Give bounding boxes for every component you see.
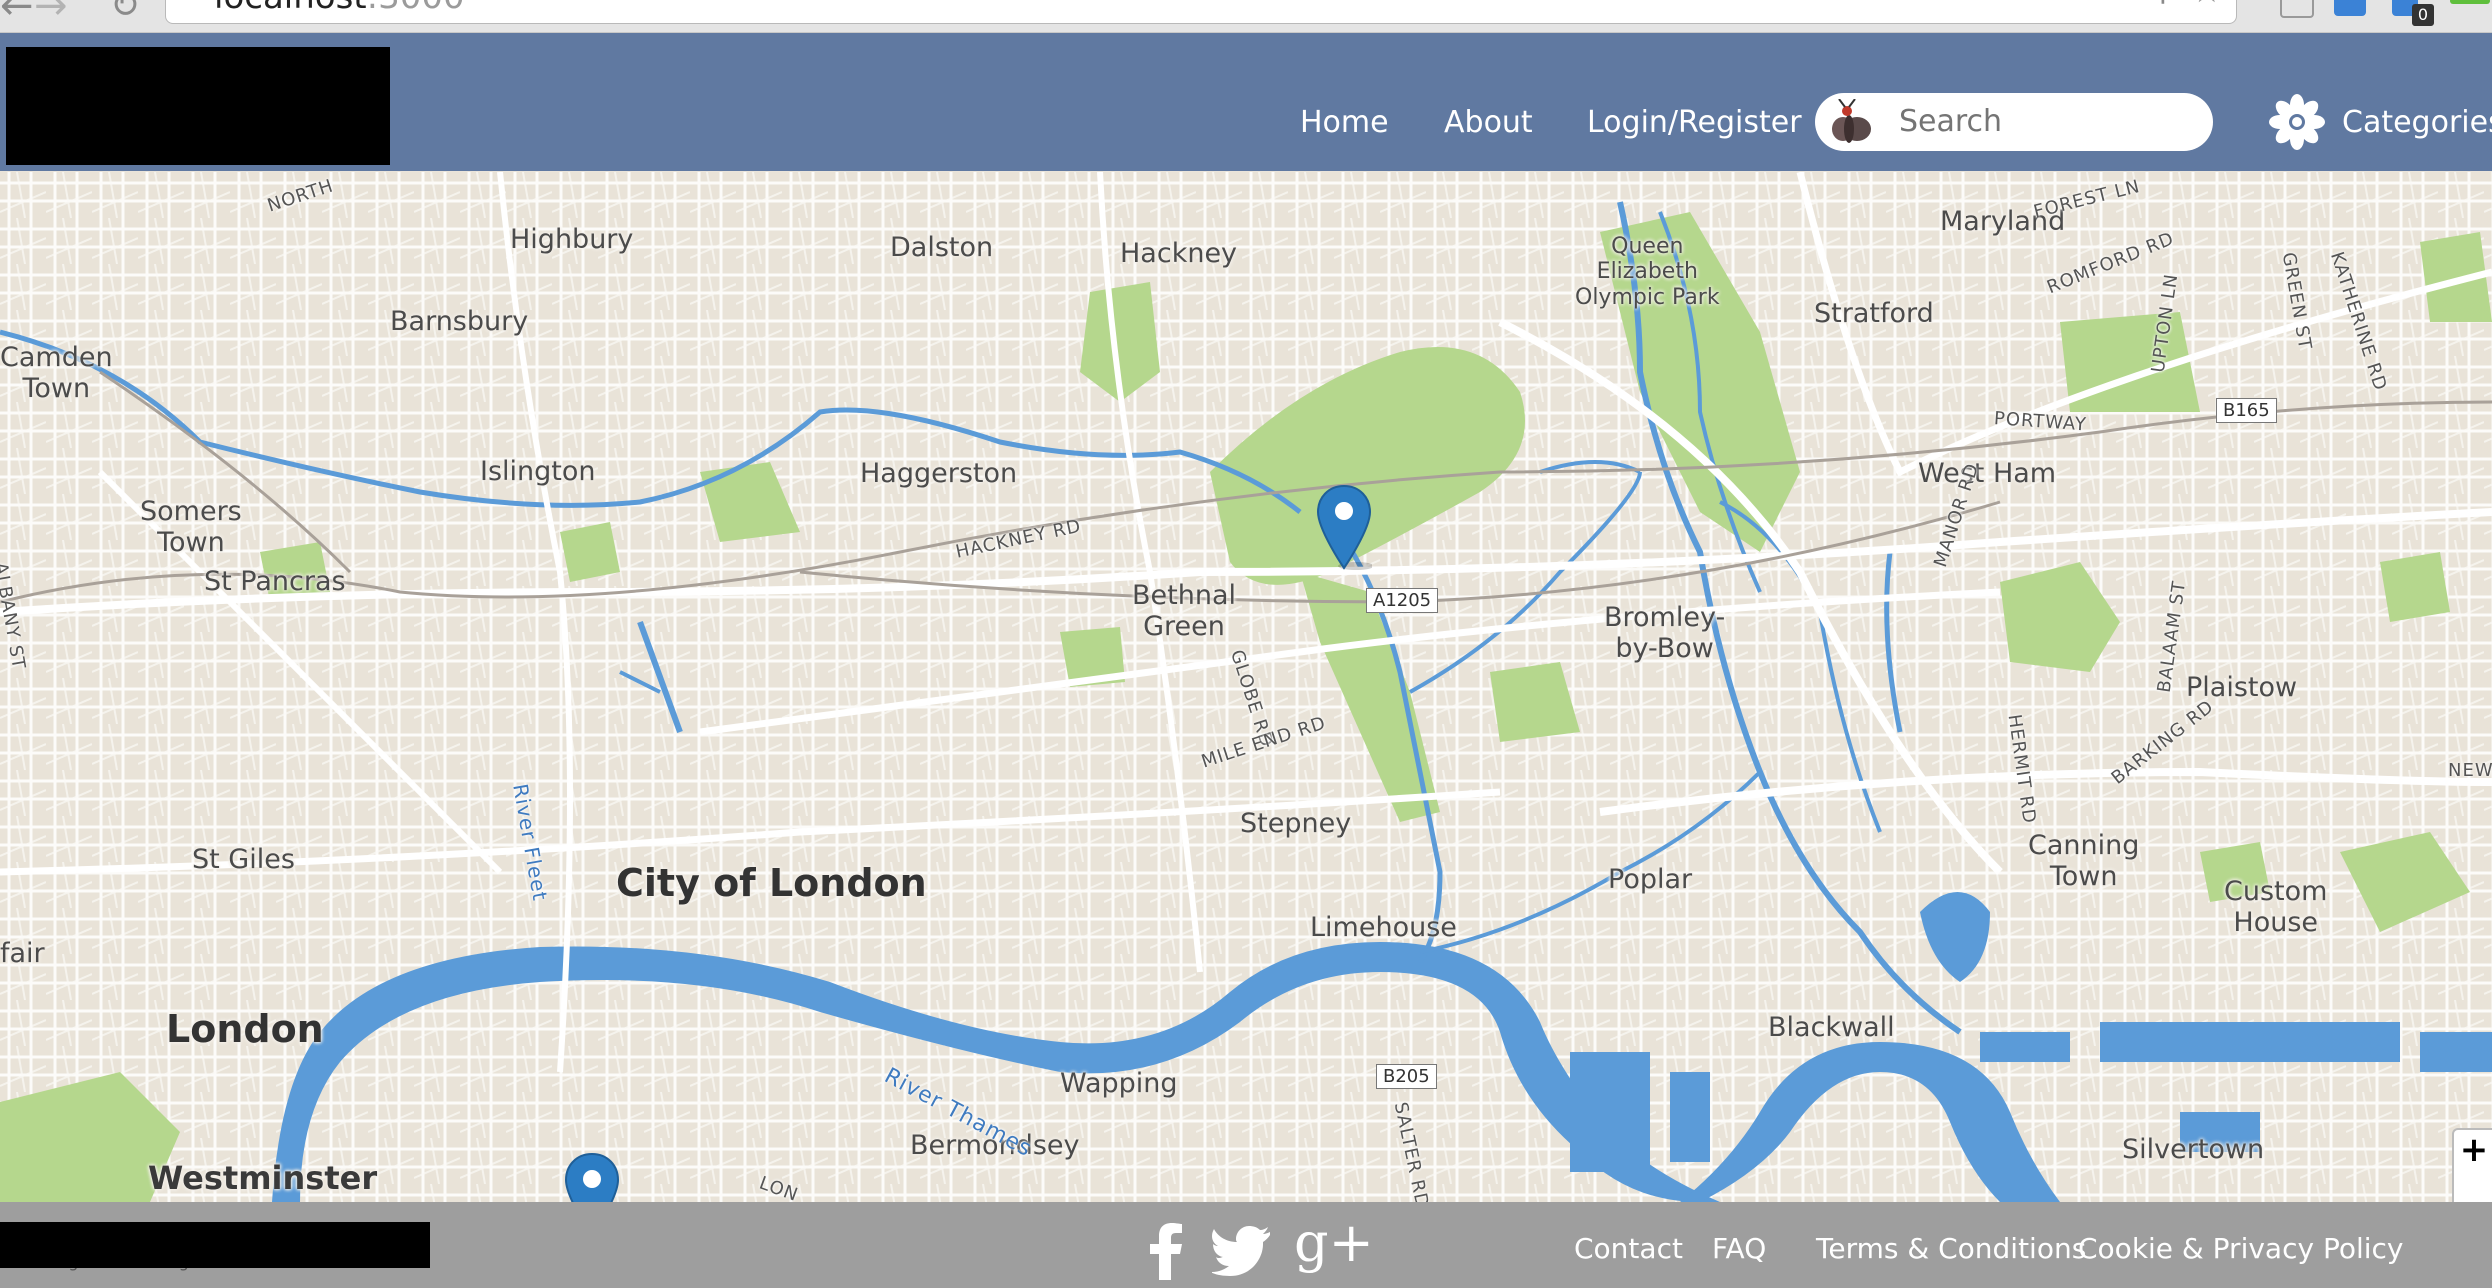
map-pin-icon[interactable] [1316, 484, 1372, 570]
place-label: Limehouse [1310, 912, 1457, 943]
road-shield: B165 [2216, 398, 2277, 423]
place-label: Haggerston [860, 458, 1018, 489]
place-label: Somers Town [140, 496, 242, 559]
footer-link-contact[interactable]: Contact [1574, 1232, 1683, 1265]
place-label: Custom House [2224, 876, 2328, 939]
place-label: Stratford [1814, 298, 1934, 329]
place-label: Islington [480, 456, 596, 487]
place-label: City of London [616, 861, 927, 905]
extension-badge: 0 [2412, 4, 2434, 26]
place-label: Stepney [1240, 808, 1352, 839]
road-shield: A1205 [1366, 588, 1439, 613]
browser-toolbar: ← → ↻ localhost:3000 ⚲ ☆ 0 [0, 0, 2492, 33]
zoom-control: + [2452, 1128, 2492, 1202]
road-label: NEWA [2448, 760, 2492, 781]
site-header: Home About Login/Register Search Categor… [0, 33, 2492, 171]
twitter-icon[interactable] [1212, 1226, 1272, 1276]
place-label: West Ham [1918, 458, 2057, 489]
footer-link-privacy[interactable]: Cookie & Privacy Policy [2078, 1232, 2404, 1265]
place-label: Blackwall [1768, 1012, 1895, 1043]
nav-login-register[interactable]: Login/Register [1587, 105, 1802, 140]
categories-label: Categories [2342, 105, 2492, 140]
road-shield: B205 [1376, 1064, 1437, 1089]
google-plus-icon[interactable]: g+ [1294, 1216, 1374, 1270]
back-icon[interactable]: ← [0, 0, 34, 26]
search-box[interactable] [1815, 93, 2213, 151]
place-label: Hackney [1120, 238, 1238, 269]
place-label: St Giles [192, 844, 295, 875]
map[interactable]: Highbury Dalston Hackney Queen Elizabeth… [0, 172, 2492, 1202]
nav-about[interactable]: About [1444, 105, 1533, 140]
site-footer: © … Registered in England & Wales 000000… [0, 1202, 2492, 1288]
forward-icon[interactable]: → [34, 0, 68, 26]
place-label: Bethnal Green [1132, 580, 1236, 643]
place-label: Canning Town [2028, 830, 2140, 893]
logo[interactable] [6, 47, 390, 165]
nav-home[interactable]: Home [1300, 105, 1389, 140]
place-label: Barnsbury [390, 306, 529, 337]
place-label: Camden Town [0, 342, 113, 405]
place-label: Wapping [1060, 1068, 1178, 1099]
search-input[interactable] [1899, 93, 2199, 151]
place-label: Dalston [890, 232, 994, 263]
place-label: London [166, 1007, 324, 1051]
search-icon[interactable]: ⚲ [2152, 0, 2174, 8]
redacted-block [0, 1222, 430, 1268]
place-label: St Pancras [204, 566, 346, 597]
zoom-in-button[interactable]: + [2454, 1130, 2492, 1170]
footer-link-faq[interactable]: FAQ [1712, 1232, 1766, 1265]
place-label: Silvertown [2122, 1134, 2265, 1165]
url-text: localhost:3000 [214, 0, 465, 17]
place-label: Poplar [1608, 864, 1693, 895]
place-label: Bromley- by-Bow [1604, 602, 1726, 665]
flower-icon [2269, 94, 2325, 150]
extension-icon[interactable] [2450, 0, 2490, 4]
place-label: Westminster [148, 1159, 378, 1197]
address-bar[interactable]: localhost:3000 ⚲ ☆ [165, 0, 2237, 24]
facebook-icon[interactable] [1148, 1222, 1184, 1280]
place-label: Queen Elizabeth Olympic Park [1575, 234, 1720, 310]
bug-icon [1832, 99, 1871, 143]
footer-link-terms[interactable]: Terms & Conditions [1816, 1232, 2086, 1265]
bookmark-star-icon[interactable]: ☆ [2192, 0, 2222, 11]
map-pin-icon[interactable] [564, 1152, 620, 1202]
reload-icon[interactable]: ↻ [110, 0, 140, 24]
cast-icon[interactable] [2280, 0, 2314, 18]
place-label: fair [0, 938, 45, 969]
extension-icon[interactable] [2334, 0, 2366, 16]
place-label: Highbury [510, 224, 634, 255]
